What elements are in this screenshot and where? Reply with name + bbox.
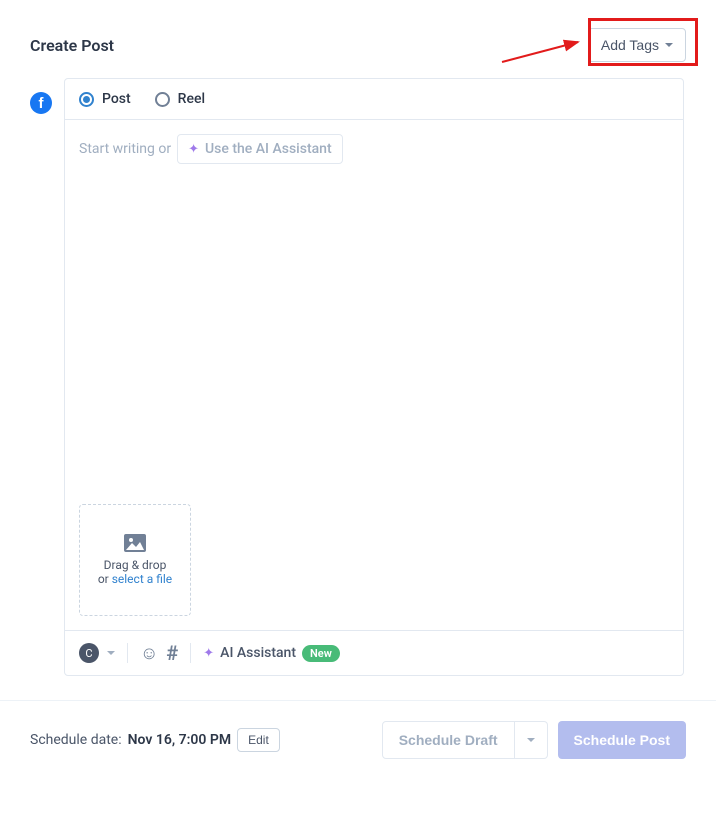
ai-assistant-button[interactable]: ✦ AI Assistant New	[203, 645, 340, 662]
wand-icon: ✦	[188, 142, 199, 157]
placeholder-text: Start writing or	[79, 141, 171, 157]
post-type-post[interactable]: Post	[79, 91, 131, 107]
ai-assistant-chip[interactable]: ✦ Use the AI Assistant	[177, 134, 343, 164]
radio-icon	[79, 92, 94, 107]
media-dropzone[interactable]: Drag & drop or select a file	[79, 504, 191, 616]
facebook-letter: f	[39, 95, 44, 112]
dropzone-text: Drag & drop	[104, 558, 167, 572]
page-title: Create Post	[30, 36, 114, 55]
dropzone-text2: or select a file	[98, 572, 172, 586]
post-type-reel[interactable]: Reel	[155, 91, 205, 107]
schedule-draft-button[interactable]: Schedule Draft	[382, 721, 515, 759]
edit-schedule-button[interactable]: Edit	[237, 728, 280, 752]
counter-dropdown-icon[interactable]	[107, 651, 115, 655]
hashtag-icon[interactable]: #	[166, 641, 178, 665]
character-counter-button[interactable]: C	[79, 643, 99, 663]
schedule-label: Schedule date:	[30, 732, 122, 748]
radio-icon	[155, 92, 170, 107]
schedule-info: Schedule date: Nov 16, 7:00 PM Edit	[30, 728, 280, 752]
select-file-link[interactable]: select a file	[112, 572, 172, 586]
radio-label: Reel	[178, 91, 205, 107]
image-icon	[124, 534, 146, 552]
post-type-selector: Post Reel	[65, 79, 683, 120]
post-text-editor[interactable]: Start writing or ✦ Use the AI Assistant …	[65, 120, 683, 630]
radio-label: Post	[102, 91, 131, 107]
editor-toolbar: C ☺ # ✦ AI Assistant New	[65, 630, 683, 675]
facebook-icon: f	[30, 92, 52, 114]
chevron-down-icon	[527, 738, 535, 742]
post-editor-panel: Post Reel Start writing or ✦ Use the AI …	[64, 78, 684, 676]
schedule-date: Nov 16, 7:00 PM	[128, 732, 232, 748]
chevron-down-icon	[665, 43, 673, 47]
editor-placeholder: Start writing or ✦ Use the AI Assistant	[79, 134, 669, 164]
add-tags-label: Add Tags	[601, 37, 659, 53]
add-tags-button[interactable]: Add Tags	[588, 28, 686, 62]
schedule-draft-dropdown[interactable]	[515, 721, 548, 759]
schedule-post-button[interactable]: Schedule Post	[558, 721, 686, 759]
separator	[127, 643, 128, 663]
separator	[190, 643, 191, 663]
emoji-icon[interactable]: ☺	[140, 643, 158, 664]
ai-assistant-label: AI Assistant	[220, 645, 296, 661]
wand-icon: ✦	[203, 646, 214, 661]
new-badge: New	[302, 645, 340, 662]
ai-chip-label: Use the AI Assistant	[205, 141, 332, 157]
